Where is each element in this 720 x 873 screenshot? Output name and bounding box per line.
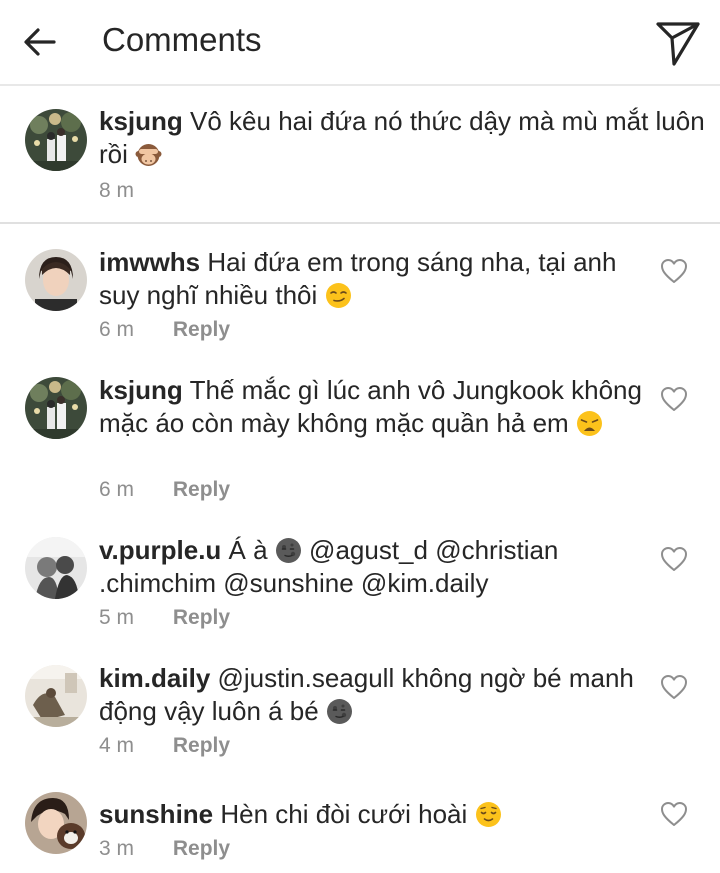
weary-face-icon [576,410,603,437]
comment-meta: 3 m Reply [99,837,230,861]
comment-meta: 6 m Reply [99,318,230,342]
caption-text: ksjung Vô kêu hai đứa nó thức dậy mà mù … [99,105,709,171]
timestamp: 6 m [99,318,135,341]
like-button[interactable] [660,546,688,572]
timestamp: 3 m [99,837,135,860]
paper-plane-icon [656,22,700,66]
comment-body: Hèn chi đòi cưới hoài [220,799,468,829]
comment-text: imwwhs Hai đứa em trong sáng nha, tại an… [99,246,644,312]
username-link[interactable]: v.purple.u [99,535,221,565]
username-link[interactable]: ksjung [99,375,183,405]
like-button[interactable] [660,674,688,700]
comment-meta: 4 m Reply [99,734,230,758]
timestamp: 5 m [99,606,135,629]
avatar[interactable] [25,537,87,599]
avatar[interactable] [25,249,87,311]
comment-body: Vô kêu hai đứa nó thức dậy mà mù mắt luô… [99,106,705,169]
page-title: Comments [102,21,262,58]
back-button[interactable] [18,20,62,64]
comment-meta: 5 m Reply [99,606,230,630]
top-bar: Comments [0,0,720,86]
like-button[interactable] [660,258,688,284]
smirking-face-icon [325,282,352,309]
username-link[interactable]: ksjung [99,106,183,136]
timestamp: 8 m [99,179,135,202]
reply-button[interactable]: Reply [173,318,230,341]
comment-meta: 6 m Reply [99,478,230,502]
caption: ksjung Vô kêu hai đứa nó thức dậy mà mù … [0,86,720,224]
timestamp: 6 m [99,478,135,501]
relieved-face-icon [475,801,502,828]
new-moon-face-icon [275,537,302,564]
share-button[interactable] [652,16,704,68]
see-no-evil-monkey-icon [135,141,162,168]
reply-button[interactable]: Reply [173,478,230,501]
comment-text: sunshine Hèn chi đòi cưới hoài [99,798,644,831]
avatar[interactable] [25,377,87,439]
avatar[interactable] [25,665,87,727]
avatar[interactable] [25,109,87,171]
username-link[interactable]: imwwhs [99,247,200,277]
heart-icon [661,675,687,699]
new-moon-face-icon [326,698,353,725]
username-link[interactable]: kim.daily [99,663,210,693]
heart-icon [661,802,687,826]
heart-icon [661,259,687,283]
heart-icon [661,387,687,411]
like-button[interactable] [660,386,688,412]
avatar[interactable] [25,792,87,854]
comment-text: kim.daily @justin.seagull không ngờ bé m… [99,662,644,728]
comment-meta: 8 m [99,179,134,203]
comment-text: v.purple.u Á à @agust_d @christian .chim… [99,534,644,600]
like-button[interactable] [660,801,688,827]
comment-text: ksjung Thế mắc gì lúc anh vô Jungkook kh… [99,374,644,440]
timestamp: 4 m [99,734,135,757]
reply-button[interactable]: Reply [173,837,230,860]
reply-button[interactable]: Reply [173,606,230,629]
arrow-left-icon [24,28,56,56]
reply-button[interactable]: Reply [173,734,230,757]
heart-icon [661,547,687,571]
username-link[interactable]: sunshine [99,799,213,829]
comment-body: Á à [228,535,268,565]
